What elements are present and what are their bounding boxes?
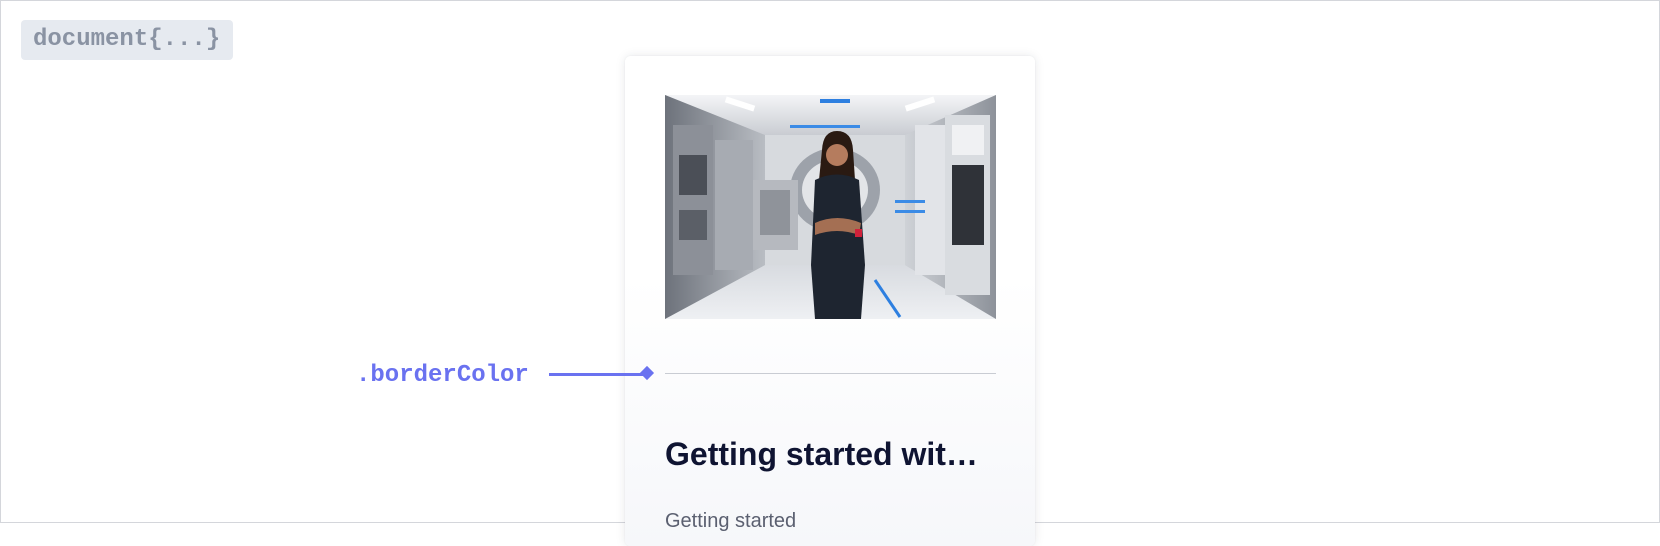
card: Getting started with ... Getting started bbox=[625, 56, 1035, 546]
card-image bbox=[665, 95, 996, 319]
border-color-label: .borderColor bbox=[356, 362, 529, 389]
card-title: Getting started with ... bbox=[665, 436, 996, 472]
card-divider bbox=[665, 373, 996, 374]
annotation-connector-line bbox=[549, 373, 649, 376]
card-text: Getting started bbox=[665, 510, 797, 532]
document-tag: document{...} bbox=[21, 20, 233, 60]
